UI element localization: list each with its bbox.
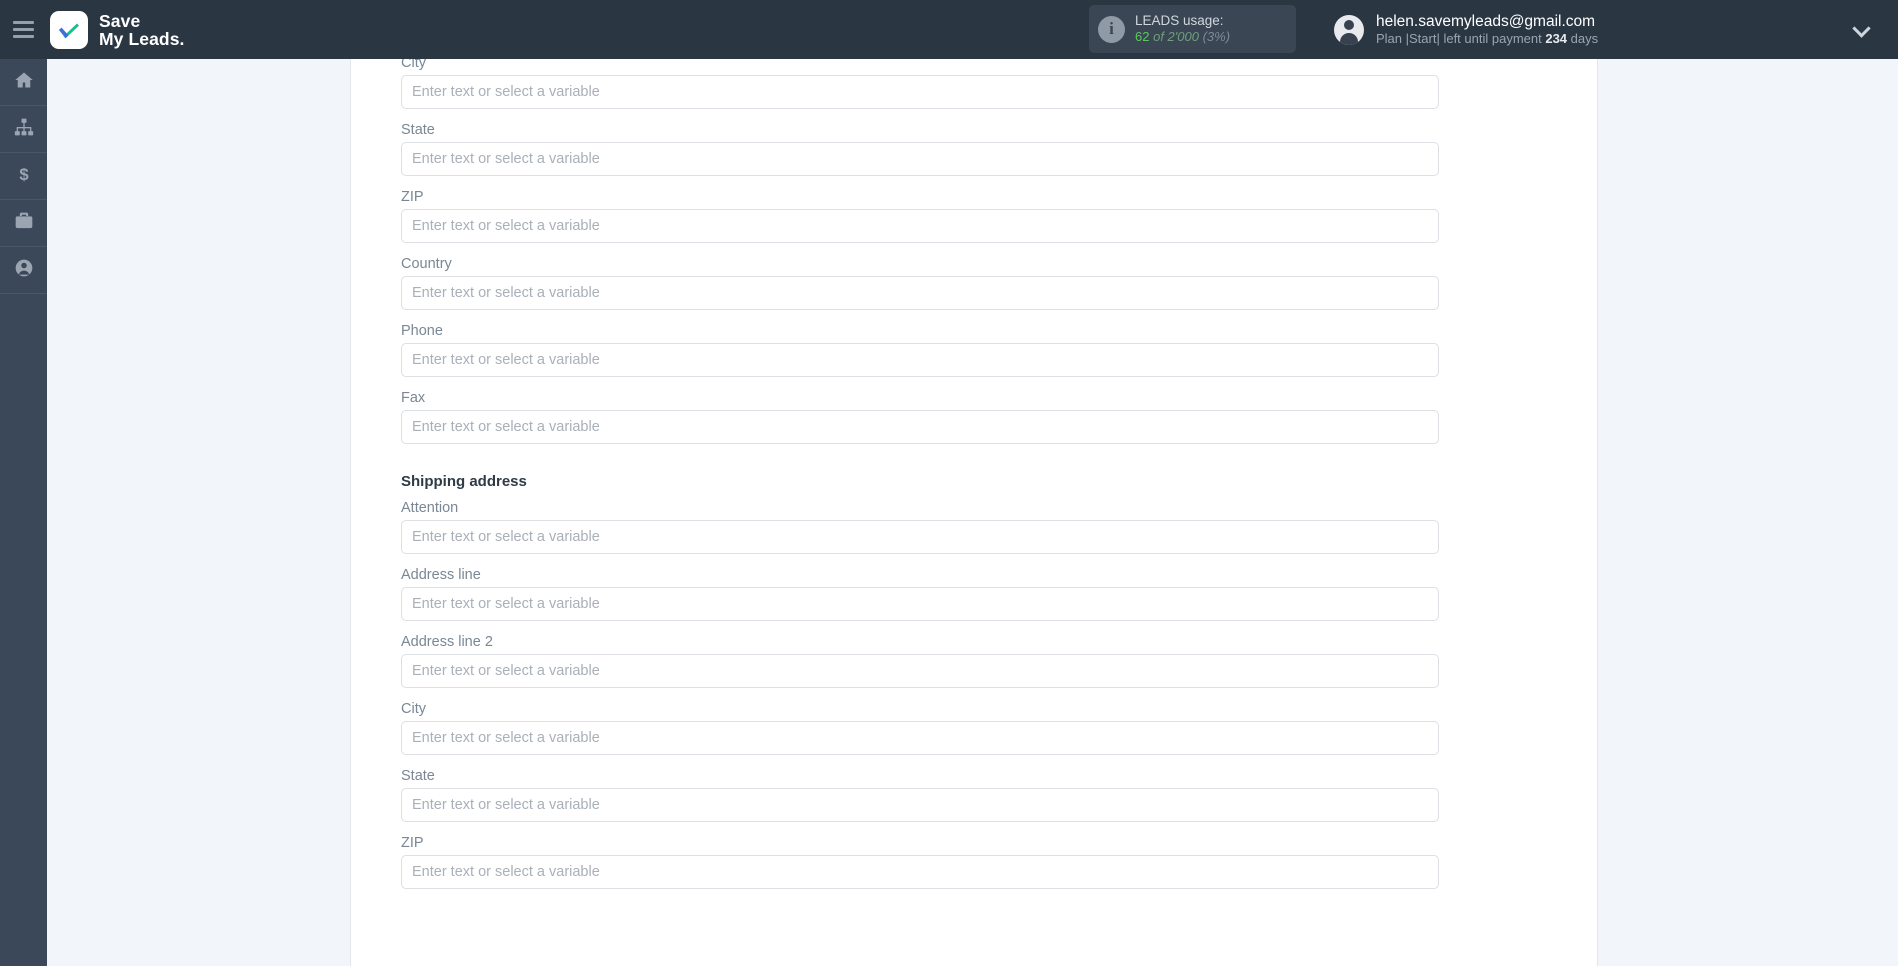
sidebar-item-connections[interactable] <box>0 106 47 153</box>
variable-input[interactable] <box>401 142 1439 176</box>
info-icon: i <box>1098 16 1125 43</box>
variable-input[interactable] <box>401 410 1439 444</box>
form-field: Address line 2 <box>401 634 1439 699</box>
sidebar-item-account[interactable] <box>0 247 47 294</box>
sidebar-item-services[interactable] <box>0 200 47 247</box>
top-bar: Save My Leads. i LEADS usage: 62 of 2'00… <box>0 0 1898 59</box>
field-label: Attention <box>401 500 1439 520</box>
briefcase-icon <box>14 211 34 236</box>
sidebar-item-home[interactable] <box>0 59 47 106</box>
variable-input[interactable] <box>401 654 1439 688</box>
brand-logo-link[interactable]: Save My Leads. <box>50 11 185 49</box>
sidebar: $ <box>0 59 47 966</box>
field-label: Address line 2 <box>401 634 1439 654</box>
field-label: State <box>401 768 1439 788</box>
brand-line-1: Save <box>99 12 185 30</box>
savemyleads-logo-icon <box>50 11 88 49</box>
usage-used: 62 <box>1135 29 1149 44</box>
form-field: ZIP <box>401 189 1439 254</box>
variable-input[interactable] <box>401 855 1439 889</box>
form-field: Attention <box>401 500 1439 565</box>
chevron-down-icon[interactable] <box>1852 19 1870 37</box>
form-field: ZIP <box>401 835 1439 900</box>
leads-usage-badge[interactable]: i LEADS usage: 62 of 2'000 (3%) <box>1089 5 1296 53</box>
variable-input[interactable] <box>401 587 1439 621</box>
form-field: State <box>401 768 1439 833</box>
account-plan: Plan |Start| left until payment 234 days <box>1376 30 1598 47</box>
field-label: Phone <box>401 323 1439 343</box>
variable-input[interactable] <box>401 788 1439 822</box>
field-label: ZIP <box>401 835 1439 855</box>
hamburger-bar <box>13 21 34 24</box>
variable-input[interactable] <box>401 276 1439 310</box>
account-plan-days: 234 <box>1545 31 1567 46</box>
usage-percent: (3%) <box>1203 29 1230 44</box>
form-field: Phone <box>401 323 1439 388</box>
dollar-icon: $ <box>14 164 34 189</box>
user-circle-icon <box>14 258 34 283</box>
user-avatar-icon <box>1334 15 1364 45</box>
brand-line-2: My Leads. <box>99 30 185 48</box>
form-field: City <box>401 59 1439 120</box>
field-label: ZIP <box>401 189 1439 209</box>
form-field: City <box>401 701 1439 766</box>
brand-name: Save My Leads. <box>99 12 185 48</box>
sidebar-item-billing[interactable]: $ <box>0 153 47 200</box>
content-panel: City State ZIP Country Phone Fax Shipping addr… <box>350 59 1598 966</box>
account-text: helen.savemyleads@gmail.com Plan |Start|… <box>1376 13 1598 47</box>
home-icon <box>14 70 34 95</box>
field-label: State <box>401 122 1439 142</box>
variable-input[interactable] <box>401 209 1439 243</box>
field-label: City <box>401 59 1439 75</box>
account-plan-prefix: Plan |Start| left until payment <box>1376 31 1545 46</box>
usage-text: LEADS usage: 62 of 2'000 (3%) <box>1135 13 1230 45</box>
usage-title: LEADS usage: <box>1135 13 1230 29</box>
variable-input[interactable] <box>401 75 1439 109</box>
form-field: Fax <box>401 390 1439 455</box>
field-label: City <box>401 701 1439 721</box>
svg-text:$: $ <box>19 164 29 183</box>
mapping-form: City State ZIP Country Phone Fax Shipping addr… <box>401 59 1439 902</box>
variable-input[interactable] <box>401 721 1439 755</box>
field-label: Fax <box>401 390 1439 410</box>
field-label: Address line <box>401 567 1439 587</box>
hamburger-bar <box>13 28 34 31</box>
variable-input[interactable] <box>401 520 1439 554</box>
hamburger-bar <box>13 35 34 38</box>
account-plan-suffix: days <box>1567 31 1598 46</box>
form-field: Country <box>401 256 1439 321</box>
form-field: State <box>401 122 1439 187</box>
variable-input[interactable] <box>401 343 1439 377</box>
section-heading: Shipping address <box>401 457 1439 500</box>
form-field: Address line <box>401 567 1439 632</box>
sitemap-icon <box>14 117 34 142</box>
usage-numbers: 62 of 2'000 (3%) <box>1135 29 1230 45</box>
field-label: Country <box>401 256 1439 276</box>
account-menu[interactable]: helen.savemyleads@gmail.com Plan |Start|… <box>1314 0 1898 59</box>
account-email: helen.savemyleads@gmail.com <box>1376 13 1598 30</box>
usage-total: of 2'000 <box>1153 29 1199 44</box>
hamburger-icon[interactable] <box>0 0 46 59</box>
